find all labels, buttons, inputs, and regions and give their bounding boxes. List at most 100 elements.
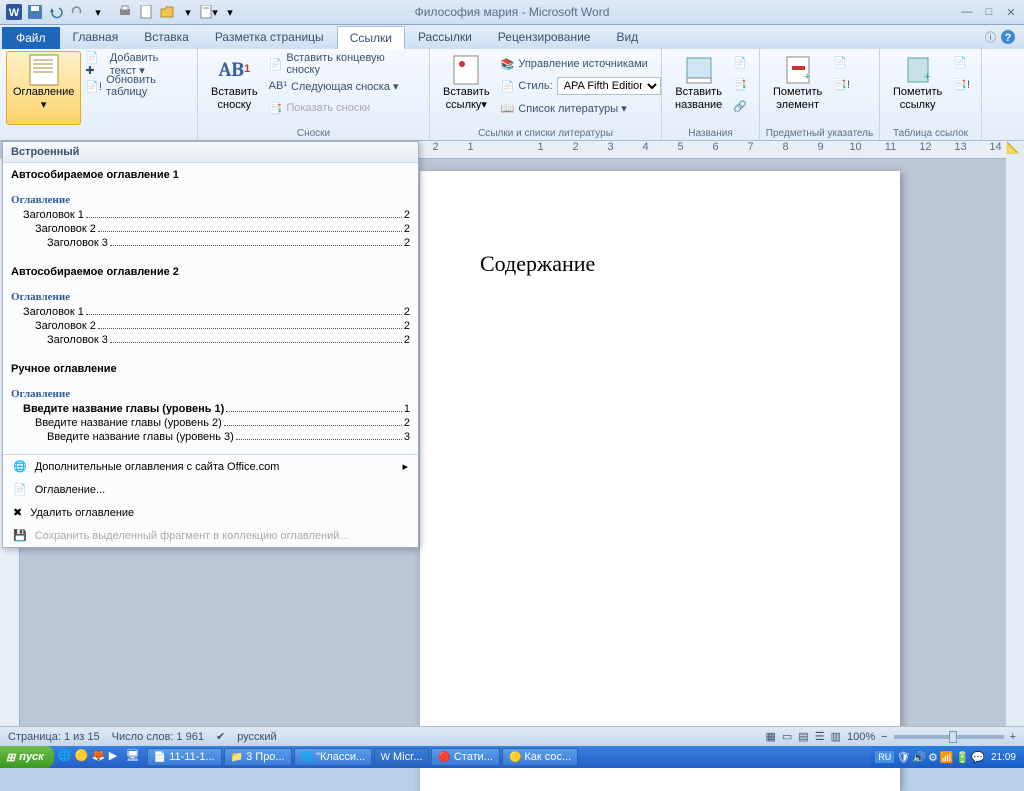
- mark-entry-button[interactable]: + Пометить элемент: [766, 51, 829, 125]
- qat-more-icon[interactable]: ▾: [88, 2, 108, 22]
- print-preview-icon[interactable]: [115, 2, 135, 22]
- index-extra1[interactable]: 📄: [829, 51, 854, 73]
- minimize-ribbon-icon[interactable]: ⓘ: [985, 29, 996, 45]
- citation-style-select[interactable]: 📄Стиль: APA Fifth Editior: [497, 75, 665, 97]
- redo-icon[interactable]: [67, 2, 87, 22]
- start-button[interactable]: ⊞пуск: [0, 746, 54, 768]
- taskbar-item[interactable]: 🔴Стати...: [431, 748, 500, 766]
- index-extra2[interactable]: 📑!: [829, 73, 854, 95]
- view-draft-icon[interactable]: ▥: [831, 730, 841, 743]
- scrollbar-vertical[interactable]: [1006, 159, 1024, 726]
- ql-ie-icon[interactable]: 🌐: [58, 749, 74, 765]
- view-web-icon[interactable]: ▤: [798, 730, 808, 743]
- toc-option-auto2[interactable]: Автособираемое оглавление 2 Оглавление З…: [3, 260, 418, 357]
- show-footnotes-button[interactable]: 📑Показать сноски: [265, 97, 423, 119]
- tray-icon[interactable]: 🔋: [956, 751, 970, 764]
- style-dropdown[interactable]: APA Fifth Editior: [557, 77, 661, 95]
- document-page[interactable]: Содержание: [420, 171, 900, 791]
- chevron-down-icon: ▾: [41, 99, 47, 112]
- view-fullscreen-icon[interactable]: ▭: [782, 730, 792, 743]
- ql-desktop-icon[interactable]: 🖥: [126, 749, 142, 765]
- tab-home[interactable]: Главная: [60, 25, 132, 49]
- next-footnote-button[interactable]: AB¹Следующая сноска ▾: [265, 75, 423, 97]
- caption-extra3[interactable]: 🔗: [729, 95, 751, 117]
- status-wordcount[interactable]: Число слов: 1 961: [112, 731, 204, 743]
- tab-review[interactable]: Рецензирование: [485, 25, 604, 49]
- caption-extra2[interactable]: 📑: [729, 73, 751, 95]
- tray-icon[interactable]: 💬: [971, 751, 985, 764]
- view-outline-icon[interactable]: ☰: [815, 730, 825, 743]
- mark-citation-icon: +: [902, 54, 934, 86]
- tab-view[interactable]: Вид: [603, 25, 651, 49]
- toa-extra1[interactable]: 📄: [949, 51, 974, 73]
- toc-button[interactable]: Оглавление ▾: [6, 51, 81, 125]
- taskbar-item[interactable]: 📄11-11-1...: [147, 748, 222, 766]
- status-language[interactable]: русский: [237, 731, 276, 743]
- taskbar-item[interactable]: 🌐"Класси...: [294, 748, 372, 766]
- styles-icon[interactable]: ▾: [220, 2, 240, 22]
- insert-caption-label: Вставить название: [675, 86, 722, 112]
- caption-extra1[interactable]: 📄: [729, 51, 751, 73]
- zoom-level[interactable]: 100%: [847, 731, 875, 743]
- status-proofing[interactable]: ✔: [216, 730, 225, 743]
- ql-media-icon[interactable]: ▶: [109, 749, 125, 765]
- insert-footnote-button[interactable]: AB1 Вставить сноску: [204, 51, 265, 125]
- word-icon[interactable]: W: [4, 2, 24, 22]
- remove-icon: ✖: [13, 506, 22, 519]
- undo-icon[interactable]: [46, 2, 66, 22]
- maximize-icon[interactable]: □: [980, 4, 998, 20]
- more-toc-office[interactable]: 🌐Дополнительные оглавления с сайта Offic…: [3, 455, 418, 478]
- page-setup-icon[interactable]: ▾: [199, 2, 219, 22]
- keyboard-lang[interactable]: RU: [875, 751, 894, 763]
- minimize-icon[interactable]: —: [958, 4, 976, 20]
- open-icon[interactable]: [157, 2, 177, 22]
- tray-icon[interactable]: 🛡: [896, 751, 910, 764]
- toa-extra2[interactable]: 📑!: [949, 73, 974, 95]
- style-icon: 📄: [501, 80, 515, 93]
- ql-firefox-icon[interactable]: 🦊: [92, 749, 108, 765]
- new-doc-icon[interactable]: [136, 2, 156, 22]
- custom-toc[interactable]: 📄Оглавление...: [3, 478, 418, 501]
- ruler-toggle[interactable]: 📐: [1006, 141, 1024, 159]
- tab-file[interactable]: Файл: [2, 27, 60, 49]
- view-printlayout-icon[interactable]: ▦: [765, 730, 775, 743]
- toc-option-auto1[interactable]: Автособираемое оглавление 1 Оглавление З…: [3, 163, 418, 260]
- tab-layout[interactable]: Разметка страницы: [202, 25, 337, 49]
- group-citations-label: Ссылки и списки литературы: [430, 128, 661, 139]
- clock[interactable]: 21:09: [987, 752, 1020, 763]
- help-icon[interactable]: ?: [1000, 29, 1016, 45]
- tray-icon[interactable]: 🔊: [912, 751, 926, 764]
- table-icon[interactable]: ▾: [178, 2, 198, 22]
- mark-entry-icon: +: [782, 54, 814, 86]
- insert-endnote-button[interactable]: 📄Вставить концевую сноску: [265, 53, 423, 75]
- status-page[interactable]: Страница: 1 из 15: [8, 731, 100, 743]
- taskbar-item[interactable]: 🟡Как сос...: [502, 748, 578, 766]
- taskbar-item[interactable]: WMicr...: [374, 748, 430, 766]
- svg-text:+: +: [804, 71, 810, 83]
- manage-sources-button[interactable]: 📚Управление источниками: [497, 53, 665, 75]
- zoom-out-icon[interactable]: −: [881, 731, 887, 743]
- zoom-in-icon[interactable]: +: [1010, 731, 1016, 743]
- tab-insert[interactable]: Вставка: [131, 25, 202, 49]
- zoom-slider[interactable]: [894, 735, 1004, 739]
- close-icon[interactable]: ✕: [1002, 4, 1020, 20]
- bibliography-button[interactable]: 📖Список литературы ▾: [497, 97, 665, 119]
- tab-mailings[interactable]: Рассылки: [405, 25, 485, 49]
- insert-caption-button[interactable]: Вставить название: [668, 51, 729, 125]
- gallery-header: Встроенный: [3, 142, 418, 163]
- add-text-button[interactable]: 📄✚Добавить текст ▾: [81, 53, 191, 75]
- taskbar-item[interactable]: 📁3 Про...: [224, 748, 292, 766]
- save-icon[interactable]: [25, 2, 45, 22]
- toc-option-manual[interactable]: Ручное оглавление Оглавление Введите наз…: [3, 357, 418, 454]
- remove-toc[interactable]: ✖Удалить оглавление: [3, 501, 418, 524]
- citation-icon: [450, 54, 482, 86]
- ql-chrome-icon[interactable]: 🟡: [75, 749, 91, 765]
- insert-citation-button[interactable]: Вставить ссылку▾: [436, 51, 497, 125]
- tray-icon[interactable]: 📶: [940, 751, 954, 764]
- tray-icon[interactable]: ⚙: [928, 751, 938, 764]
- update-table-button[interactable]: 📄!Обновить таблицу: [81, 75, 191, 97]
- footnote-icon: AB1: [218, 54, 250, 86]
- toc-icon: [28, 54, 60, 86]
- mark-citation-button[interactable]: + Пометить ссылку: [886, 51, 949, 125]
- tab-references[interactable]: Ссылки: [337, 26, 405, 49]
